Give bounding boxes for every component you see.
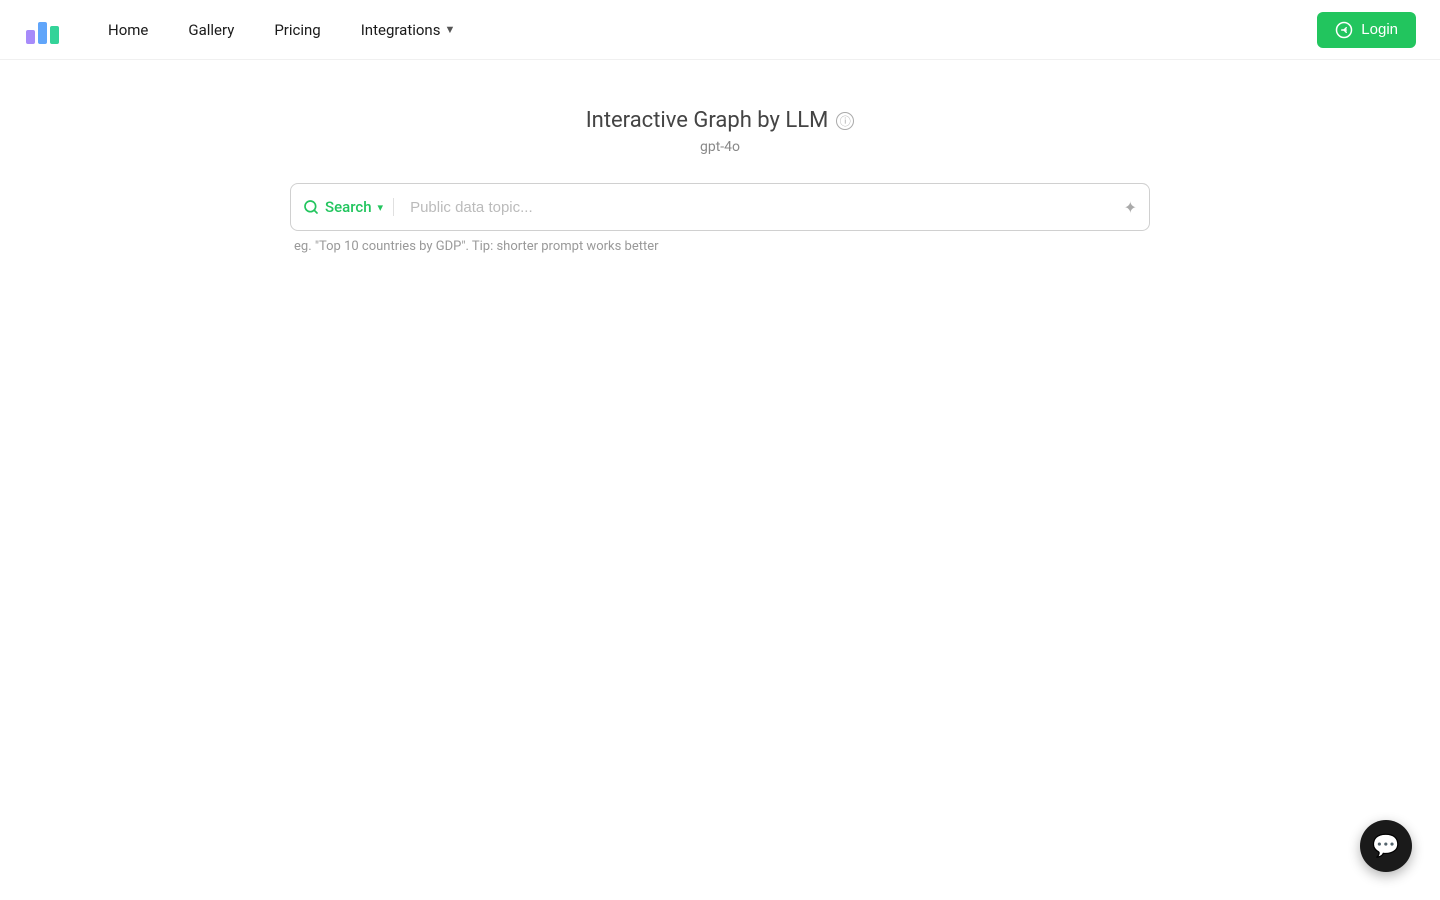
search-hint: eg. "Top 10 countries by GDP". Tip: shor…: [290, 239, 1150, 254]
search-box: Search ▾ ✦: [290, 183, 1150, 231]
sparkle-icon[interactable]: ✦: [1124, 198, 1137, 217]
nav-links: Home Gallery Pricing Integrations ▼: [92, 13, 1317, 47]
page-subtitle: gpt-4o: [700, 139, 740, 155]
chat-icon: 💬: [1372, 834, 1399, 859]
nav-item-integrations[interactable]: Integrations ▼: [345, 13, 472, 47]
page-title: Interactive Graph by LLM ⓘ: [586, 108, 855, 133]
nav-item-home[interactable]: Home: [92, 13, 164, 47]
nav-item-pricing[interactable]: Pricing: [258, 13, 336, 47]
search-icon: [303, 199, 319, 215]
chevron-down-icon: ▾: [378, 201, 384, 214]
nav-item-gallery[interactable]: Gallery: [172, 13, 250, 47]
search-container: Search ▾ ✦ eg. "Top 10 countries by GDP"…: [290, 183, 1150, 254]
main-content: Interactive Graph by LLM ⓘ gpt-4o Search…: [0, 60, 1440, 254]
info-icon[interactable]: ⓘ: [836, 112, 854, 130]
chevron-down-icon: ▼: [444, 23, 455, 36]
navbar: Home Gallery Pricing Integrations ▼ Logi…: [0, 0, 1440, 60]
login-button[interactable]: Login: [1317, 12, 1416, 48]
search-input[interactable]: [402, 199, 1116, 216]
logo-icon: [24, 12, 60, 48]
chat-button[interactable]: 💬: [1360, 820, 1412, 872]
search-type-selector[interactable]: Search ▾: [303, 198, 394, 216]
logo[interactable]: [24, 12, 60, 48]
login-icon: [1335, 21, 1353, 39]
